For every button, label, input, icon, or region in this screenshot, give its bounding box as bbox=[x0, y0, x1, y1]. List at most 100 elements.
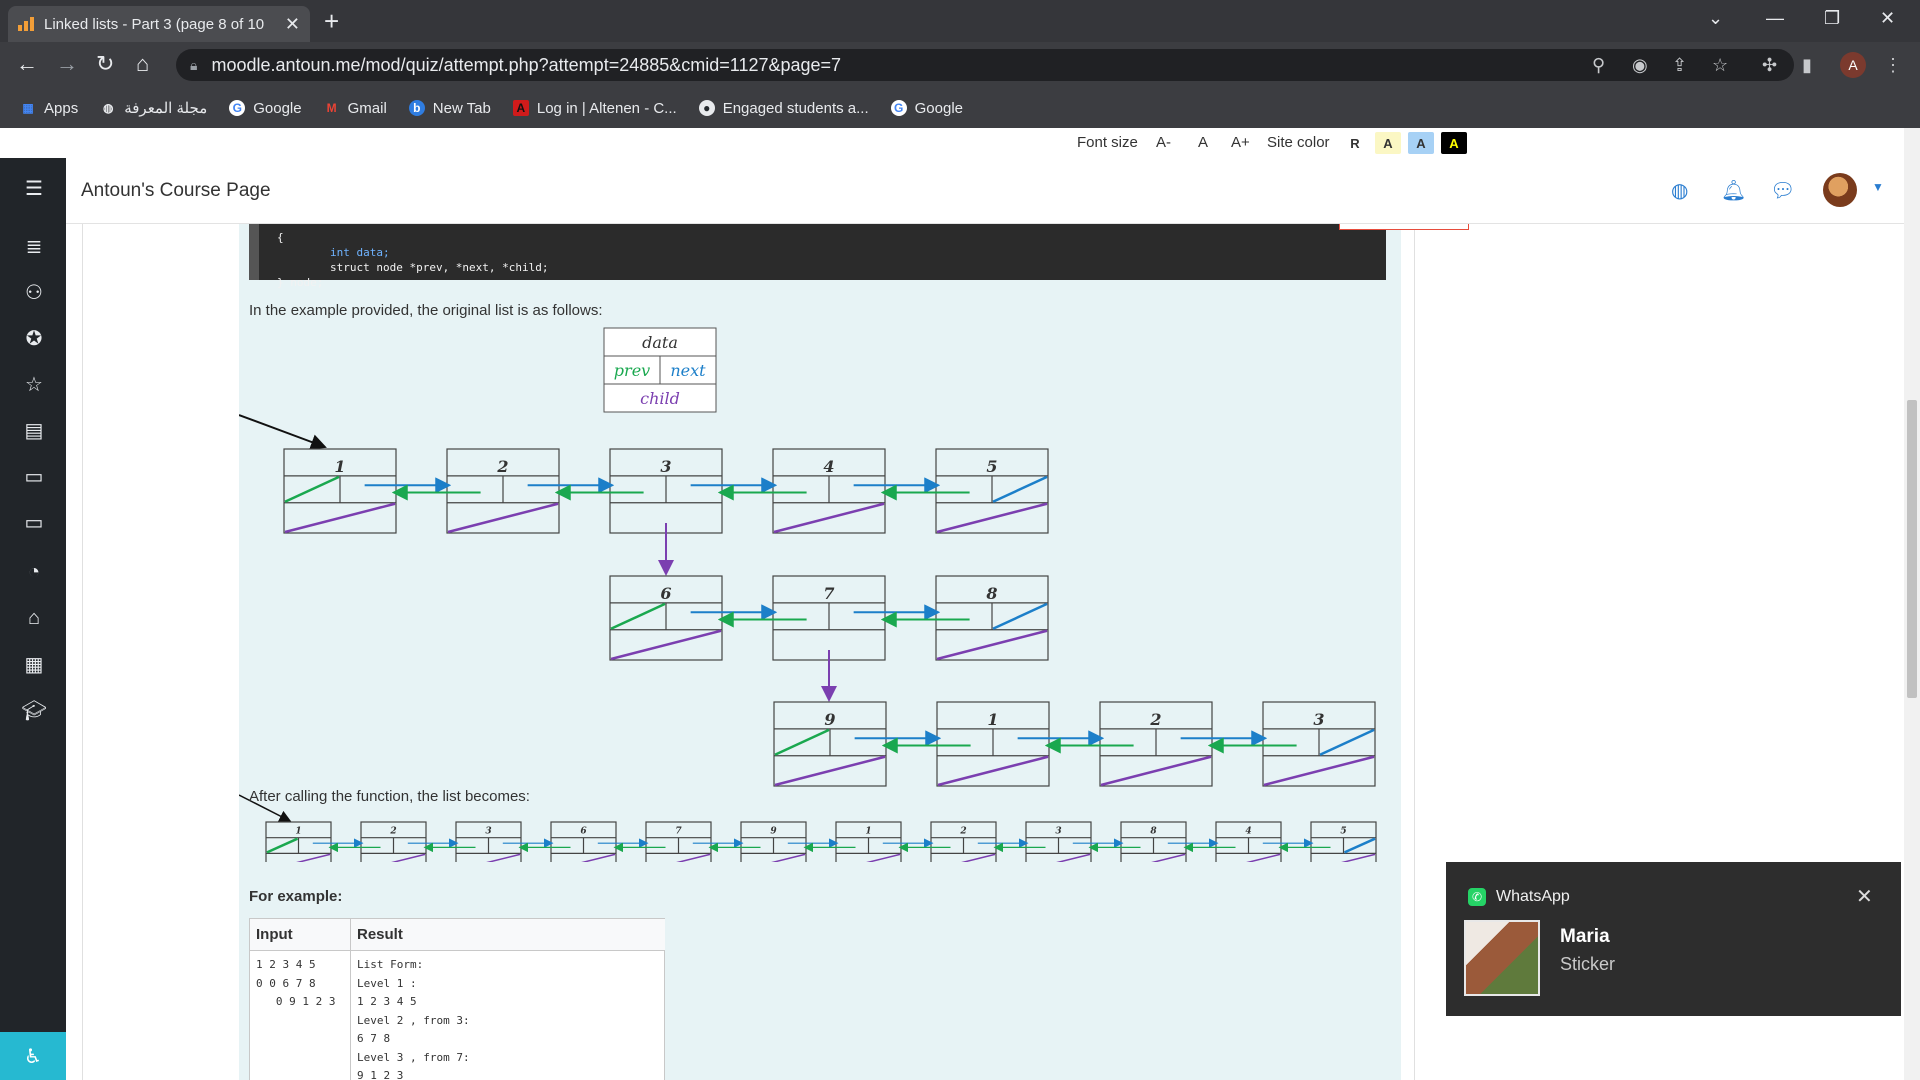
node-label: 7 bbox=[675, 827, 682, 837]
google-icon: G bbox=[229, 100, 246, 116]
messages-chat-icon[interactable]: 💬︎ bbox=[1770, 178, 1795, 203]
node-label: 9 bbox=[770, 827, 777, 837]
table-header-input: Input bbox=[250, 919, 350, 951]
bookmark-star-icon[interactable]: ☆ bbox=[1712, 55, 1728, 76]
reload-icon[interactable]: ↻ bbox=[96, 53, 114, 75]
color-blue-button[interactable]: A bbox=[1408, 132, 1434, 154]
badges-icon[interactable]: ✪ bbox=[22, 326, 46, 350]
node-label: 4 bbox=[823, 457, 834, 476]
folder-2-icon[interactable]: ▭ bbox=[22, 510, 46, 534]
home-site-icon[interactable]: ⌂ bbox=[22, 606, 46, 630]
font-larger-button[interactable]: A+ bbox=[1231, 134, 1250, 151]
bookmark-new-tab[interactable]: b New Tab bbox=[408, 100, 491, 117]
node-label: 2 bbox=[1149, 710, 1161, 729]
lock-icon: 🔒︎ bbox=[190, 56, 198, 73]
chrome-menu-icon[interactable]: ⋮ bbox=[1884, 55, 1902, 76]
back-icon[interactable]: ← bbox=[16, 53, 38, 75]
bookmark-google[interactable]: G Google bbox=[229, 100, 302, 117]
site-color-label: Site color bbox=[1267, 134, 1330, 151]
graduation-cap-icon[interactable]: 🎓︎ bbox=[21, 698, 46, 722]
page-scrollbar[interactable] bbox=[1904, 128, 1920, 1080]
window-close-icon[interactable]: ✕ bbox=[1880, 8, 1895, 29]
head-pointer-arrow bbox=[239, 414, 327, 450]
bookmark-google-2[interactable]: G Google bbox=[890, 100, 963, 117]
accessibility-widget-icon[interactable]: ♿︎ bbox=[0, 1032, 66, 1080]
minimize-icon[interactable]: — bbox=[1766, 8, 1784, 29]
list-icon[interactable]: ≣ bbox=[22, 234, 46, 258]
notification-sender: Maria bbox=[1560, 926, 1610, 947]
null-child-slash bbox=[961, 853, 996, 862]
restore-icon[interactable]: ❐ bbox=[1824, 8, 1840, 29]
legend-next-label: next bbox=[670, 361, 706, 380]
zoom-icon[interactable]: ⚲ bbox=[1592, 55, 1605, 76]
address-bar[interactable]: 🔒︎ moodle.antoun.me/mod/quiz/attempt.php… bbox=[176, 49, 1794, 81]
node-label: 3 bbox=[1313, 710, 1324, 729]
apps-grid-icon: ▦ bbox=[22, 101, 34, 115]
null-child-slash bbox=[581, 853, 616, 862]
star-icon[interactable]: ☆ bbox=[22, 372, 46, 396]
node-label: 1 bbox=[334, 457, 345, 476]
font-normal-button[interactable]: A bbox=[1198, 134, 1208, 151]
null-child-slash bbox=[391, 853, 426, 862]
bookmark-apps[interactable]: ▦ Apps bbox=[20, 100, 78, 117]
side-panel-icon[interactable]: ▮ bbox=[1802, 55, 1812, 76]
node-label: 8 bbox=[1150, 827, 1157, 837]
color-yellow-button[interactable]: A bbox=[1375, 132, 1401, 154]
intro-text: In the example provided, the original li… bbox=[249, 302, 603, 319]
right-column-border bbox=[1414, 224, 1415, 1080]
notification-close-icon[interactable]: ✕ bbox=[1856, 884, 1873, 909]
code-snippet: { int data; struct node *prev, *next, *c… bbox=[249, 224, 1386, 289]
tab-close-icon[interactable]: ✕ bbox=[285, 14, 300, 35]
user-menu-caret-icon[interactable]: ▼ bbox=[1872, 180, 1884, 194]
dashboard-gauge-icon[interactable]: ◔ bbox=[22, 560, 46, 584]
moodle-favicon-icon bbox=[18, 17, 36, 31]
newtab-icon: b bbox=[408, 100, 425, 116]
language-globe-icon[interactable]: ◍ bbox=[1671, 178, 1688, 203]
sticker-thumbnail bbox=[1464, 920, 1540, 996]
forward-icon[interactable]: → bbox=[56, 53, 78, 75]
question-flag-box[interactable] bbox=[1339, 224, 1469, 230]
participants-icon[interactable]: ⚇ bbox=[22, 280, 46, 304]
original-node: 3 bbox=[609, 448, 723, 534]
scrollbar-thumb[interactable] bbox=[1907, 400, 1917, 698]
chrome-profile-avatar[interactable]: A bbox=[1840, 52, 1866, 78]
legend-data-label: data bbox=[642, 333, 678, 352]
new-tab-button[interactable]: + bbox=[324, 8, 339, 34]
folder-icon[interactable]: ▭ bbox=[22, 464, 46, 488]
calendar-icon[interactable]: ▦ bbox=[22, 652, 46, 676]
gmail-icon: M bbox=[326, 101, 337, 115]
linked-list-diagram: data prev next child 1 2 3 4 5 6 7 8 9 1 2 3 1 2 3 6 7 9 1 2 3 8 4… bbox=[239, 327, 1377, 862]
accessibility-toolbar: Font size A- A A+ Site color R A A A bbox=[0, 128, 1904, 158]
color-reset-button[interactable]: R bbox=[1342, 132, 1368, 154]
null-child-slash bbox=[936, 502, 1048, 534]
share-icon[interactable]: ⇪ bbox=[1672, 55, 1687, 76]
home-icon[interactable]: ⌂ bbox=[136, 53, 149, 75]
user-avatar[interactable] bbox=[1823, 173, 1857, 207]
tab-search-chevron-icon[interactable]: ⌄ bbox=[1708, 8, 1723, 29]
null-child-slash bbox=[1246, 853, 1281, 862]
font-smaller-button[interactable]: A- bbox=[1156, 134, 1171, 151]
extensions-puzzle-icon[interactable]: ✣ bbox=[1762, 55, 1777, 76]
node-label: 3 bbox=[485, 827, 491, 837]
notifications-bell-icon[interactable]: 🔔︎ bbox=[1721, 178, 1746, 203]
node-label: 7 bbox=[823, 584, 834, 603]
hamburger-menu-icon[interactable]: ☰ bbox=[22, 176, 46, 200]
null-child-slash bbox=[610, 629, 722, 661]
bookmark-gmail[interactable]: M Gmail bbox=[324, 100, 387, 117]
tracking-eye-icon[interactable]: ◉ bbox=[1632, 55, 1648, 76]
null-child-slash bbox=[1056, 853, 1091, 862]
bookmark-altenen[interactable]: A Log in | Altenen - C... bbox=[512, 100, 677, 117]
null-child-slash bbox=[676, 853, 711, 862]
left-column-border bbox=[82, 224, 83, 1080]
whatsapp-notification[interactable]: ✆ WhatsApp ✕ Maria Sticker bbox=[1446, 862, 1901, 1016]
node-label: 1 bbox=[295, 827, 301, 837]
browser-tab-active[interactable]: Linked lists - Part 3 (page 8 of 10 ✕ bbox=[8, 6, 310, 42]
tab-title: Linked lists - Part 3 (page 8 of 10 bbox=[44, 15, 265, 33]
bookmark-almaarefa[interactable]: ◍ مجلة المعرفة bbox=[100, 99, 207, 117]
site-name-link[interactable]: Antoun's Course Page bbox=[81, 180, 271, 202]
color-black-button[interactable]: A bbox=[1441, 132, 1467, 154]
grades-book-icon[interactable]: ▤ bbox=[22, 418, 46, 442]
legend-child-label: child bbox=[640, 389, 680, 408]
null-child-slash bbox=[771, 853, 806, 862]
bookmark-github[interactable]: ● Engaged students a... bbox=[698, 100, 869, 117]
